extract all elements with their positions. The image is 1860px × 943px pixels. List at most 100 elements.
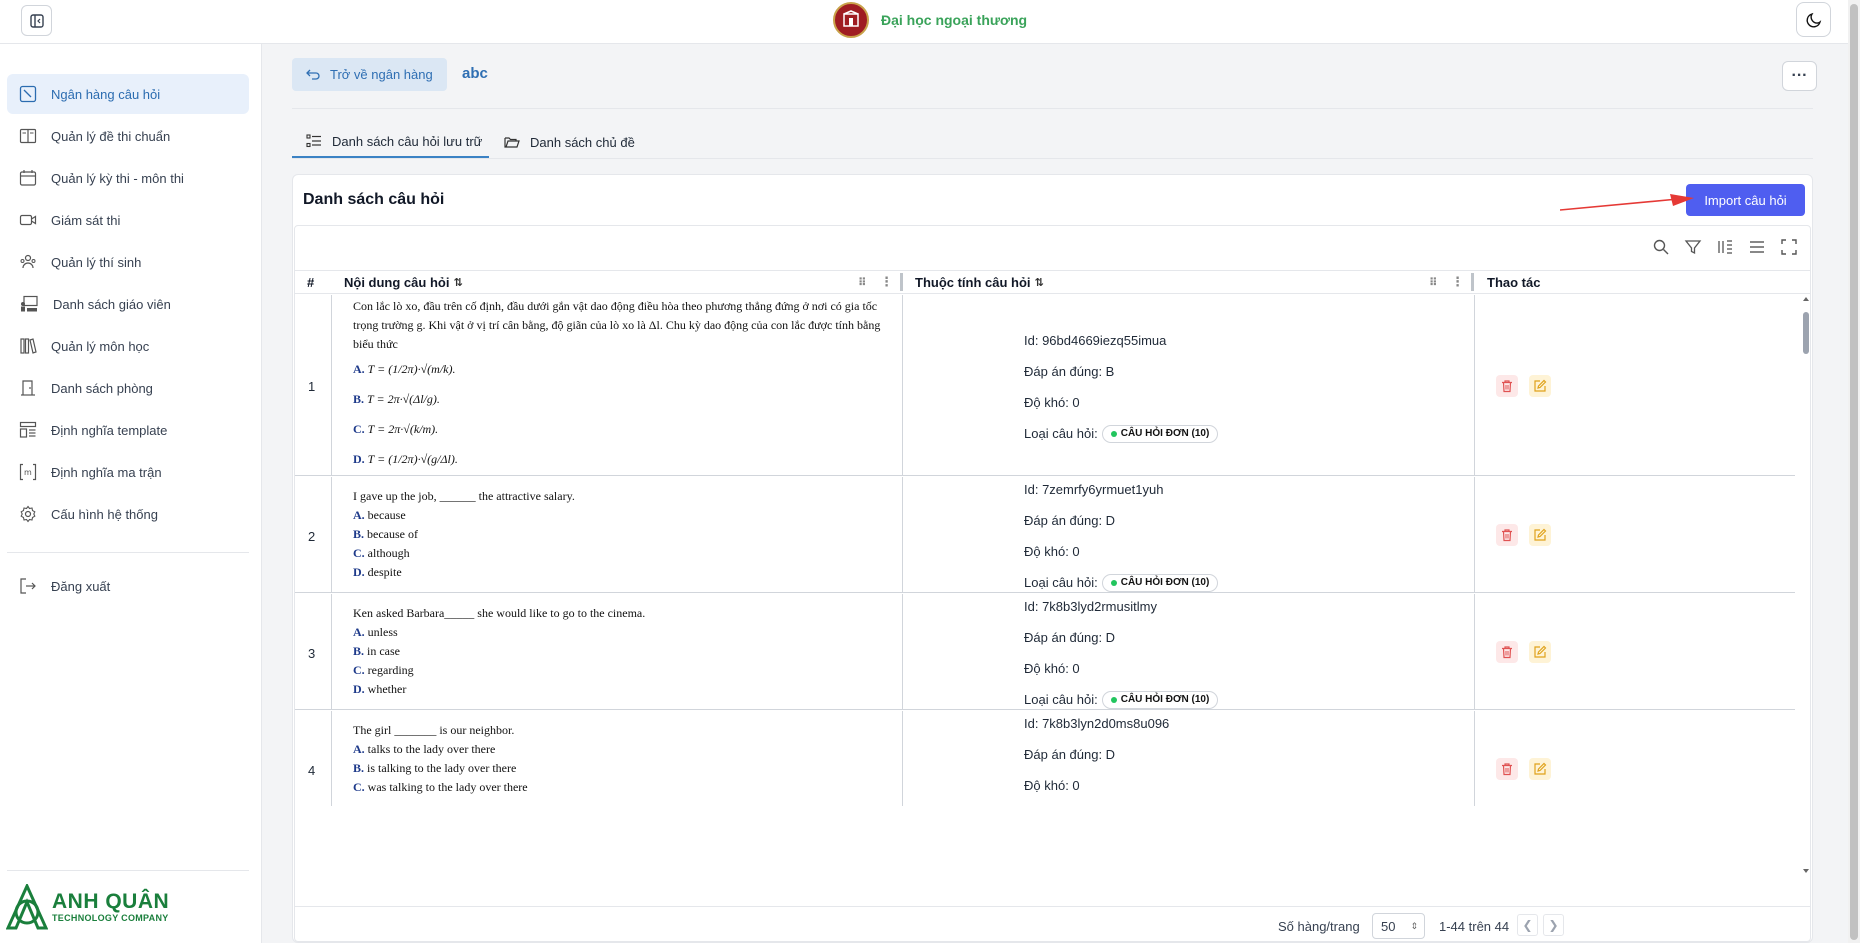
question-id: Id: 7k8b3lyd2rmusitlmy bbox=[1024, 599, 1157, 614]
sidebar-item-proctoring[interactable]: Giám sát thi bbox=[7, 200, 249, 240]
sidebar-item-rooms[interactable]: Danh sách phòng bbox=[7, 368, 249, 408]
question-list-card: Danh sách câu hỏi Import câu hỏi # Nội d… bbox=[292, 174, 1813, 943]
column-resizer[interactable] bbox=[900, 273, 903, 291]
sidebar-item-templates[interactable]: Định nghĩa template bbox=[7, 410, 249, 450]
option-key: B. bbox=[353, 392, 365, 406]
table-scrollbar-thumb[interactable] bbox=[1803, 312, 1809, 354]
page-scrollbar[interactable] bbox=[1848, 0, 1860, 943]
sidebar-item-teachers[interactable]: Danh sách giáo viên bbox=[7, 284, 249, 324]
option-text: is talking to the lady over there bbox=[367, 761, 517, 775]
table-scrollbar[interactable] bbox=[1801, 294, 1811, 876]
company-name: ANH QUÂN bbox=[52, 890, 170, 913]
option-text: T = 2π·√(Δl/g). bbox=[367, 392, 440, 406]
delete-button[interactable] bbox=[1496, 641, 1518, 663]
badge-text: CÂU HỎI ĐƠN (10) bbox=[1120, 694, 1210, 705]
question-properties: Id: 7zemrfy6yrmuet1yuh Đáp án đúng: D Độ… bbox=[1024, 474, 1219, 598]
import-questions-button[interactable]: Import câu hỏi bbox=[1686, 184, 1805, 216]
fullscreen-icon[interactable] bbox=[1780, 238, 1798, 256]
column-header-actions: Thao tác bbox=[1487, 271, 1540, 293]
search-icon[interactable] bbox=[1652, 238, 1670, 256]
more-dots-icon: ··· bbox=[1791, 67, 1808, 84]
table-toolbar bbox=[1652, 238, 1798, 256]
tab-archived-questions[interactable]: Danh sách câu hỏi lưu trữ bbox=[292, 126, 489, 158]
brand[interactable]: Đại học ngoại thương bbox=[833, 1, 1027, 39]
question-option: C. T = 2π·√(k/m). bbox=[353, 414, 901, 444]
teacher-board-icon bbox=[21, 295, 38, 312]
column-header-num: # bbox=[307, 271, 314, 293]
sort-icon[interactable]: ⇅ bbox=[1035, 276, 1044, 289]
question-properties: Id: 7k8b3lyn2d0ms8u096 Đáp án đúng: D Độ… bbox=[1024, 711, 1169, 801]
columns-icon[interactable] bbox=[1716, 238, 1734, 256]
sidebar-item-label: Quản lý môn học bbox=[51, 338, 150, 354]
question-content: Ken asked Barbara_____ she would like to… bbox=[353, 604, 645, 699]
edit-button[interactable] bbox=[1529, 375, 1551, 397]
more-options-button[interactable]: ··· bbox=[1782, 61, 1817, 91]
sort-icon[interactable]: ⇅ bbox=[453, 276, 462, 289]
question-option: B. in case bbox=[353, 642, 645, 661]
back-to-bank-button[interactable]: Trở về ngân hàng bbox=[292, 58, 447, 91]
question-option: B. is talking to the lady over there bbox=[353, 759, 528, 778]
theme-toggle-button[interactable] bbox=[1796, 2, 1831, 37]
tab-topics[interactable]: Danh sách chủ đề bbox=[504, 126, 635, 158]
question-id: Id: 7zemrfy6yrmuet1yuh bbox=[1024, 482, 1164, 497]
question-option: B. because of bbox=[353, 525, 575, 544]
scroll-down-icon[interactable] bbox=[1801, 866, 1811, 876]
trash-icon bbox=[1502, 646, 1512, 659]
column-menu-icon[interactable]: ⋮ bbox=[880, 271, 893, 293]
book-open-icon bbox=[19, 128, 37, 144]
density-icon[interactable] bbox=[1748, 238, 1766, 256]
tab-label: Danh sách câu hỏi lưu trữ bbox=[332, 133, 483, 149]
sidebar-item-standard-exams[interactable]: Quản lý đề thi chuẩn bbox=[7, 116, 249, 156]
logout-label: Đăng xuất bbox=[51, 578, 111, 594]
question-stem: Con lắc lò xo, đầu trên cố định, đầu dướ… bbox=[353, 299, 881, 351]
question-table: # Nội dung câu hỏi ⇅ ⠿ ⋮ Thuộc tính câu … bbox=[294, 225, 1811, 942]
sidebar-item-subjects[interactable]: Quản lý môn học bbox=[7, 326, 249, 366]
sidebar-item-system-config[interactable]: Cấu hình hệ thống bbox=[7, 494, 249, 534]
sidebar-item-label: Quản lý kỳ thi - môn thi bbox=[51, 170, 184, 186]
type-label: Loại câu hỏi: bbox=[1024, 426, 1098, 441]
rows-per-page-value: 50 bbox=[1381, 918, 1396, 934]
door-icon bbox=[21, 380, 35, 396]
sidebar-item-question-bank[interactable]: Ngân hàng câu hỏi bbox=[7, 74, 249, 114]
sidebar-item-exam-sessions[interactable]: Quản lý kỳ thi - môn thi bbox=[7, 158, 249, 198]
edit-icon bbox=[1534, 762, 1547, 775]
page-scrollbar-thumb[interactable] bbox=[1850, 4, 1858, 940]
correct-answer: Đáp án đúng: D bbox=[1024, 747, 1116, 762]
column-header-props[interactable]: Thuộc tính câu hỏi ⇅ bbox=[915, 271, 1044, 293]
option-text: whether bbox=[367, 682, 407, 696]
next-page-button[interactable]: ❯ bbox=[1543, 914, 1564, 936]
tab-label: Danh sách chủ đề bbox=[530, 134, 635, 150]
prev-page-button[interactable]: ❮ bbox=[1517, 914, 1538, 936]
drag-handle-icon[interactable]: ⠿ bbox=[1429, 271, 1438, 293]
question-id: Id: 7k8b3lyn2d0ms8u096 bbox=[1024, 716, 1170, 731]
delete-button[interactable] bbox=[1496, 375, 1518, 397]
option-key: A. bbox=[353, 742, 365, 756]
sidebar-toggle-button[interactable] bbox=[21, 5, 52, 36]
template-layout-icon bbox=[19, 421, 37, 438]
drag-handle-icon[interactable]: ⠿ bbox=[858, 271, 867, 293]
edit-button[interactable] bbox=[1529, 758, 1551, 780]
edit-button[interactable] bbox=[1529, 641, 1551, 663]
scroll-up-icon[interactable] bbox=[1801, 294, 1811, 304]
header-label: # bbox=[307, 274, 315, 290]
question-option: A. unless bbox=[353, 623, 645, 642]
folder-open-icon bbox=[504, 137, 520, 148]
sidebar-item-label: Định nghĩa template bbox=[51, 422, 168, 438]
header-divider bbox=[292, 108, 1813, 109]
column-header-content[interactable]: Nội dung câu hỏi ⇅ bbox=[344, 271, 463, 293]
column-resizer[interactable] bbox=[1471, 273, 1474, 291]
column-menu-icon[interactable]: ⋮ bbox=[1451, 271, 1464, 293]
logout-button[interactable]: Đăng xuất bbox=[7, 566, 249, 606]
rows-per-page-select[interactable]: 50 ⇕ bbox=[1372, 913, 1425, 939]
logout-icon bbox=[20, 578, 36, 594]
delete-button[interactable] bbox=[1496, 524, 1518, 546]
delete-button[interactable] bbox=[1496, 758, 1518, 780]
header-label: Thao tác bbox=[1487, 274, 1541, 290]
sidebar-item-candidates[interactable]: Quản lý thí sinh bbox=[7, 242, 249, 282]
question-content: Con lắc lò xo, đầu trên cố định, đầu dướ… bbox=[353, 297, 901, 474]
edit-button[interactable] bbox=[1529, 524, 1551, 546]
filter-icon[interactable] bbox=[1684, 238, 1702, 256]
sidebar-item-matrices[interactable]: m Định nghĩa ma trận bbox=[7, 452, 249, 492]
question-content: The girl _______ is our neighbor. A. tal… bbox=[353, 721, 528, 797]
sidebar-item-label: Quản lý thí sinh bbox=[51, 254, 142, 270]
